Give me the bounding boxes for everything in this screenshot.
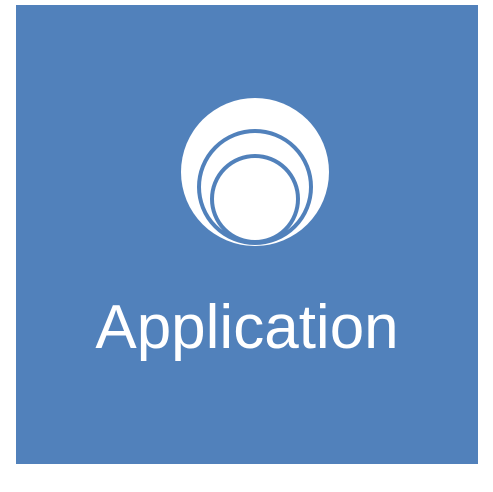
tile-label: Application bbox=[95, 293, 399, 362]
outer-circle bbox=[181, 98, 329, 246]
application-tile[interactable]: Application bbox=[16, 5, 478, 464]
concentric-circles-icon bbox=[179, 96, 331, 248]
